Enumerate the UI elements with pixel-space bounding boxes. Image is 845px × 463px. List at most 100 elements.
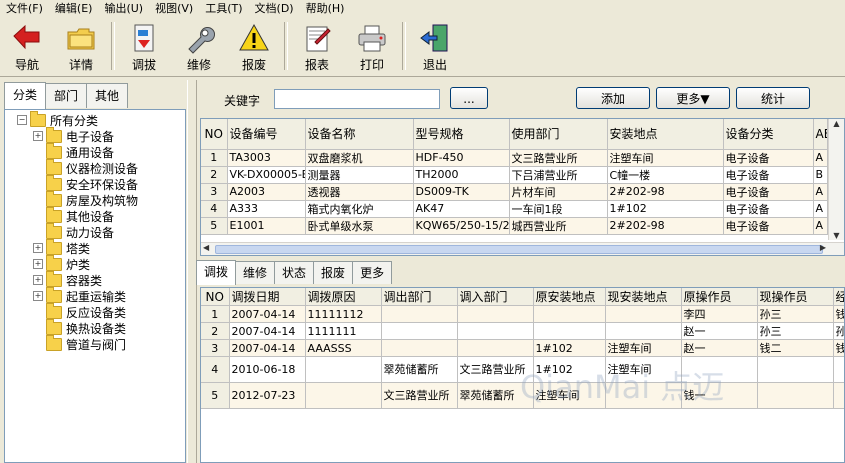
- column-header[interactable]: 原操作员: [681, 288, 758, 306]
- report-label: 报表: [304, 58, 329, 72]
- scrap-button[interactable]: 报废: [231, 20, 277, 74]
- column-header[interactable]: 现操作员: [757, 288, 834, 306]
- folder-icon: [67, 28, 95, 50]
- tab-other[interactable]: 其他: [86, 83, 129, 108]
- scroll-thumb[interactable]: [215, 245, 823, 254]
- report-button[interactable]: 报表: [294, 20, 340, 74]
- table-cell: 2007-04-14: [229, 305, 306, 323]
- nav-button[interactable]: 导航: [4, 20, 50, 74]
- transfer-button[interactable]: 调拔: [121, 20, 167, 74]
- table-row[interactable]: 2 VK-DX00005-B 测量器 TH2000 下吕浦营业所 C幢一楼 电子设备 B: [201, 166, 828, 184]
- print-label: 打印: [359, 58, 384, 72]
- column-header[interactable]: 使用部门: [509, 119, 608, 150]
- tab-department[interactable]: 部门: [45, 83, 88, 108]
- browse-button[interactable]: ...: [450, 87, 488, 109]
- exit-button[interactable]: 退出: [412, 20, 458, 74]
- tab-repair[interactable]: 维修: [235, 261, 276, 284]
- detail-button[interactable]: 详情: [58, 20, 104, 74]
- column-header[interactable]: 安装地点: [607, 119, 724, 150]
- horizontal-scrollbar[interactable]: ◀ ▶: [201, 242, 844, 255]
- column-header[interactable]: 现安装地点: [605, 288, 682, 306]
- tab-category[interactable]: 分类: [4, 82, 47, 109]
- tab-status[interactable]: 状态: [274, 261, 315, 284]
- menu-item[interactable]: 文档(D): [249, 0, 300, 18]
- menu-item[interactable]: 输出(U): [98, 0, 149, 18]
- table-cell: 李四: [681, 305, 758, 323]
- tree-item[interactable]: + 塔类: [33, 238, 90, 256]
- table-cell: [381, 339, 458, 357]
- tab-more[interactable]: 更多: [352, 261, 393, 284]
- tree-item[interactable]: + 炉类: [33, 254, 90, 272]
- tab-transfer[interactable]: 调拨: [196, 260, 237, 285]
- scroll-up-icon[interactable]: ▲: [829, 119, 844, 128]
- table-row[interactable]: 22007-04-141111111 赵一孙三孙: [201, 322, 844, 340]
- scroll-right-icon[interactable]: ▶: [820, 243, 826, 252]
- add-button[interactable]: 添加: [576, 87, 650, 109]
- column-header[interactable]: 设备分类: [723, 119, 814, 150]
- column-header[interactable]: 设备名称: [305, 119, 414, 150]
- table-cell: 文三路营业所: [381, 382, 458, 409]
- stats-button[interactable]: 统计: [736, 87, 810, 109]
- row-number: 1: [201, 305, 230, 323]
- tab-scrap[interactable]: 报废: [313, 261, 354, 284]
- column-header[interactable]: 调出部门: [381, 288, 458, 306]
- table-cell: 赵一: [681, 339, 758, 357]
- table-row[interactable]: 1 TA3003 双盘磨浆机 HDF-450 文三路营业所 注塑车间 电子设备 A: [201, 149, 828, 167]
- more-button[interactable]: 更多▼: [656, 87, 730, 109]
- scrap-label: 报废: [241, 58, 266, 72]
- menu-item[interactable]: 工具(T): [199, 0, 248, 18]
- expand-icon[interactable]: +: [33, 131, 43, 141]
- table-cell: 翠苑储蓄所: [381, 356, 458, 383]
- table-cell: 2012-07-23: [229, 382, 306, 409]
- menu-item[interactable]: 帮助(H): [300, 0, 351, 18]
- table-row[interactable]: 4 A333 箱式内氧化炉 AK47 一车间1段 1#102 电子设备 A: [201, 200, 828, 218]
- column-header[interactable]: AB分: [813, 119, 828, 150]
- expand-icon[interactable]: +: [33, 275, 43, 285]
- row-number: 4: [201, 356, 230, 383]
- table-row[interactable]: 12007-04-1411111112 李四孙三钱: [201, 305, 844, 323]
- table-cell: 电子设备: [723, 217, 814, 235]
- column-header[interactable]: 调拨原因: [305, 288, 382, 306]
- table-cell: AAASSS: [305, 339, 382, 357]
- repair-button[interactable]: 维修: [176, 20, 222, 74]
- tree-root-label: 所有分类: [50, 113, 99, 128]
- detail-label: 详情: [68, 58, 93, 72]
- table-row[interactable]: 3 A2003 透视器 DS009-TK 片材车间 2#202-98 电子设备 A: [201, 183, 828, 201]
- table-cell: 赵一: [681, 322, 758, 340]
- keyword-label: 关键字: [224, 94, 261, 108]
- menu-item[interactable]: 文件(F): [0, 0, 49, 18]
- expand-icon[interactable]: +: [33, 243, 43, 253]
- printer-icon: [358, 25, 386, 52]
- table-row[interactable]: 5 E1001 卧式单级水泵 KQW65/250-15/2 城西营业所 2#202-98 电…: [201, 217, 828, 235]
- column-header[interactable]: 调拨日期: [229, 288, 306, 306]
- column-header[interactable]: 设备编号: [227, 119, 306, 150]
- vertical-scrollbar[interactable]: ▲ ▼: [828, 119, 844, 240]
- column-header[interactable]: NO: [201, 119, 228, 150]
- table-cell: TA3003: [227, 149, 306, 167]
- expand-icon[interactable]: +: [33, 259, 43, 269]
- collapse-icon[interactable]: −: [17, 115, 27, 125]
- table-cell: 钱二: [757, 339, 834, 357]
- row-number: 2: [201, 322, 230, 340]
- column-header[interactable]: 型号规格: [413, 119, 510, 150]
- column-header[interactable]: 原安装地点: [533, 288, 606, 306]
- tree-root[interactable]: − 所有分类: [17, 110, 99, 128]
- print-button[interactable]: 打印: [349, 20, 395, 74]
- keyword-input[interactable]: [274, 89, 440, 109]
- tree-item[interactable]: + 容器类: [33, 270, 102, 288]
- expand-icon[interactable]: +: [33, 291, 43, 301]
- table-row[interactable]: 32007-04-14AAASSS 1#102注塑车间赵一钱二钱: [201, 339, 844, 357]
- menu-item[interactable]: 视图(V): [149, 0, 199, 18]
- folder-icon: [46, 126, 62, 143]
- column-header[interactable]: NO: [201, 288, 230, 306]
- tree-item[interactable]: 管道与阀门: [33, 334, 126, 352]
- report-icon: [306, 26, 331, 52]
- column-header[interactable]: 经: [833, 288, 844, 306]
- column-header[interactable]: 调入部门: [457, 288, 534, 306]
- category-tree: − 所有分类 + 电子设备 通用设备 仪器检测设备 安全环保设备 房屋及构筑物 其他设备 动力…: [4, 109, 186, 463]
- table-cell: 下吕浦营业所: [509, 166, 608, 184]
- scroll-down-icon[interactable]: ▼: [829, 231, 844, 240]
- folder-icon: [46, 206, 62, 223]
- scroll-left-icon[interactable]: ◀: [203, 243, 209, 252]
- menu-item[interactable]: 编辑(E): [49, 0, 99, 18]
